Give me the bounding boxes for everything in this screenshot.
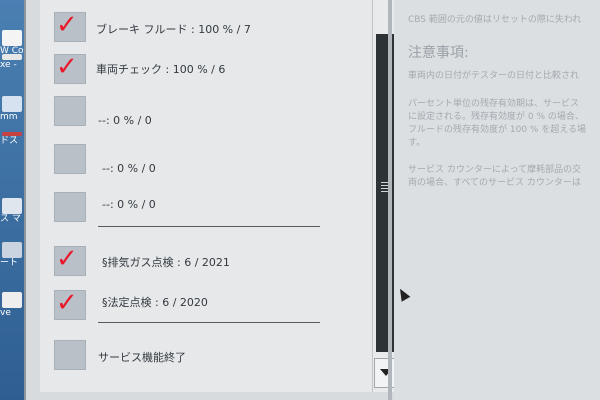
info-paragraph-line: パーセント単位の残存有効期は、サービス — [408, 99, 580, 109]
list-item[interactable]: ✓ §法定点検 : 6 / 2020 — [40, 288, 380, 320]
info-paragraph-line: フルードの残存有効度が 100 % を超える場 — [408, 125, 587, 135]
info-paragraph-line: 両の場合、すべてのサービス カウンターは — [408, 178, 581, 188]
panel-divider — [388, 0, 392, 400]
list-item[interactable]: --: 0 % / 0 — [40, 192, 380, 222]
list-item-label: §排気ガス点検 : 6 / 2021 — [102, 256, 230, 269]
check-mark-icon: ✓ — [56, 10, 78, 40]
note-icon — [2, 242, 22, 258]
desktop-icon-comm[interactable]: mm — [0, 94, 26, 124]
checkbox[interactable] — [54, 192, 86, 222]
list-item-label: サービス機能終了 — [98, 351, 186, 364]
check-mark-icon: ✓ — [56, 244, 78, 274]
check-mark-icon: ✓ — [56, 288, 78, 318]
checkbox[interactable]: ✓ — [54, 244, 86, 276]
list-item-label: ブレーキ フルード : 100 % / 7 — [96, 23, 251, 36]
list-item[interactable]: ✓ 車両チェック : 100 % / 6 — [40, 52, 380, 84]
service-window: ✓ ブレーキ フルード : 100 % / 7 ✓ 車両チェック : 100 %… — [24, 0, 600, 400]
list-separator — [98, 322, 320, 323]
info-heading: 注意事項: — [408, 45, 469, 61]
list-item-label: §法定点検 : 6 / 2020 — [102, 296, 208, 309]
list-item[interactable]: ✓ ブレーキ フルード : 100 % / 7 — [40, 10, 380, 42]
screen: W Co xe - mm ドス ス マ ート ve ✓ ブレーキ フルード: … — [0, 0, 600, 400]
desktop-icon-tool[interactable]: ドス — [0, 130, 26, 160]
document-icon — [2, 30, 22, 46]
computer-icon — [2, 198, 22, 214]
desktop-icon-drive[interactable]: ve — [0, 290, 26, 320]
checkbox[interactable] — [54, 340, 86, 370]
scrollbar-thumb[interactable] — [376, 34, 396, 352]
desktop-icon-label: ドス — [0, 136, 19, 146]
desktop-icon-smart[interactable]: ス マ — [0, 196, 26, 226]
check-mark-icon: ✓ — [56, 52, 78, 82]
list-separator — [98, 226, 320, 227]
list-item[interactable]: --: 0 % / 0 — [40, 144, 380, 175]
drive-icon — [2, 292, 22, 308]
info-paragraph-line: 車両内の日付がテスターの日付と比較され — [408, 71, 580, 81]
list-item[interactable]: --: 0 % / 0 — [40, 96, 380, 127]
list-item-label: --: 0 % / 0 — [102, 198, 156, 211]
list-item-label: 車両チェック : 100 % / 6 — [96, 63, 226, 76]
checkmark-document-icon — [2, 96, 22, 112]
desktop-icon-label: xe - — [0, 60, 17, 70]
desktop-strip: W Co xe - mm ドス ス マ ート ve — [0, 0, 26, 400]
info-paragraph-line: サービス カウンターによって摩耗部品の交 — [408, 165, 582, 175]
checkbox[interactable]: ✓ — [54, 10, 86, 42]
desktop-icon-label: ve — [0, 308, 11, 318]
desktop-icon-label: mm — [0, 112, 18, 122]
desktop-icon-label: ス マ — [0, 214, 21, 224]
desktop-icon-label: ート — [0, 258, 19, 268]
list-item[interactable]: サービス機能終了 — [40, 340, 380, 370]
service-list-panel: ✓ ブレーキ フルード : 100 % / 7 ✓ 車両チェック : 100 %… — [40, 0, 399, 392]
checkbox[interactable]: ✓ — [54, 288, 86, 320]
desktop-icon-note[interactable]: ート — [0, 240, 26, 270]
checkbox[interactable] — [54, 96, 86, 126]
info-panel: CBS 範囲の元の値はリセットの際に失われ 注意事項: 車両内の日付がテスターの… — [394, 0, 600, 400]
list-item-label: --: 0 % / 0 — [102, 162, 156, 175]
info-paragraph-line: に設定される。残存有効度が 0 % の場合、 — [408, 112, 584, 122]
list-item-label: --: 0 % / 0 — [98, 114, 152, 127]
checkbox[interactable] — [54, 144, 86, 174]
list-item[interactable]: ✓ §排気ガス点検 : 6 / 2021 — [40, 244, 380, 276]
desktop-icon-exe[interactable]: xe - — [0, 52, 26, 82]
info-text-top: CBS 範囲の元の値はリセットの際に失われ — [408, 15, 582, 25]
checkbox[interactable]: ✓ — [54, 52, 86, 84]
info-paragraph-line: す。 — [408, 138, 426, 148]
